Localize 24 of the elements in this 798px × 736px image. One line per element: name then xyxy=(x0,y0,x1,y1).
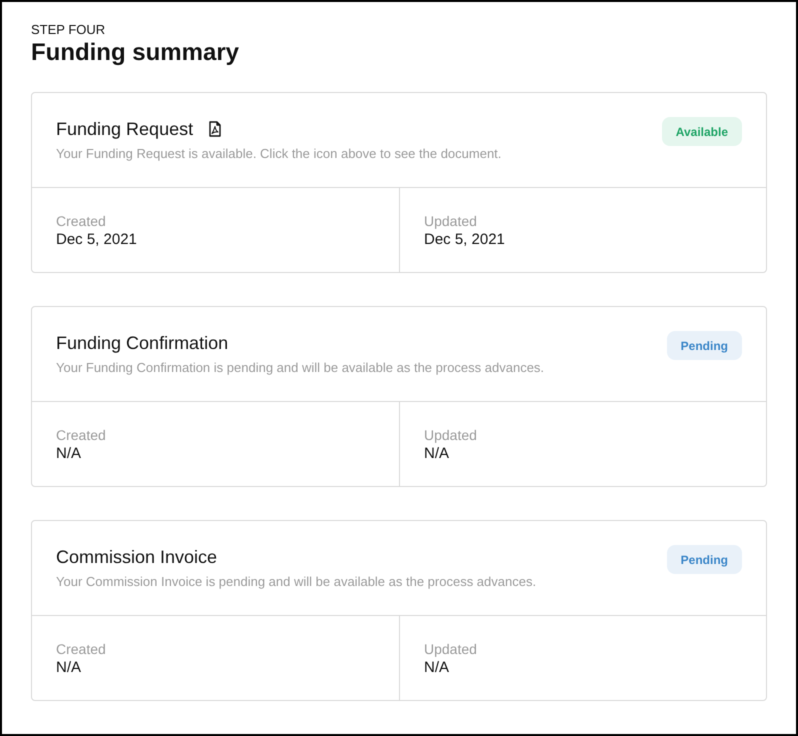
field-label: Updated xyxy=(424,640,478,658)
status-badge: Pending xyxy=(666,331,742,360)
card-title: Commission Invoice xyxy=(56,546,218,569)
field-label: Created xyxy=(56,212,107,230)
field-label: Updated xyxy=(424,426,478,444)
page-title: Funding summary xyxy=(31,38,240,68)
card-description: Your Commission Invoice is pending and will be available as the process advances. xyxy=(56,573,536,591)
field-value: N/A xyxy=(56,658,82,678)
card-title: Funding Request xyxy=(56,118,194,141)
step-label: STEP FOUR xyxy=(31,22,106,38)
field-value: N/A xyxy=(424,658,450,678)
pdf-file-icon[interactable] xyxy=(209,121,222,137)
field-label: Created xyxy=(56,640,107,658)
card-description: Your Funding Confirmation is pending and will be available as the process advances. xyxy=(56,359,544,377)
status-badge: Available xyxy=(662,117,742,146)
field-value: Dec 5, 2021 xyxy=(56,230,138,250)
field-value: N/A xyxy=(424,444,450,464)
card-description: Your Funding Request is available. Click the icon above to see the document. xyxy=(56,145,502,163)
card-title: Funding Confirmation xyxy=(56,332,228,355)
field-value: Dec 5, 2021 xyxy=(424,230,506,250)
field-label: Created xyxy=(56,426,107,444)
field-value: N/A xyxy=(56,444,82,464)
field-label: Updated xyxy=(424,212,478,230)
status-badge: Pending xyxy=(666,545,742,574)
